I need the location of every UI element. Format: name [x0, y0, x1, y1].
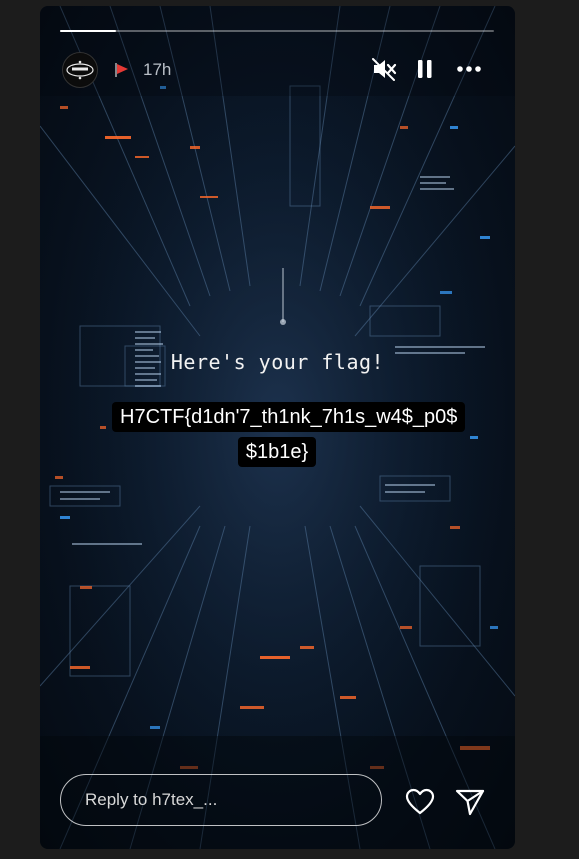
heart-icon[interactable] [405, 788, 435, 816]
story-progress-bar [60, 30, 494, 32]
story-header: 17h [62, 52, 502, 88]
story-caption: Here's your flag! [170, 350, 385, 374]
speaker-muted-icon[interactable] [371, 56, 397, 82]
reply-input[interactable] [60, 774, 382, 826]
flag-text: H7CTF{d1dn'7_th1nk_7h1s_w4$_p0$ $1b1e} [112, 402, 466, 467]
flag-text-box: H7CTF{d1dn'7_th1nk_7h1s_w4$_p0$ $1b1e} [112, 400, 466, 470]
pause-icon[interactable] [412, 56, 438, 82]
red-flag-icon [115, 63, 128, 77]
story-progress-fill [60, 30, 117, 32]
avatar[interactable] [62, 52, 98, 88]
story-viewer: 17h Here's your flag! H7CTF{d1dn'7_th1nk… [40, 6, 515, 849]
avatar-logo-icon [64, 54, 96, 86]
send-icon[interactable] [455, 787, 485, 817]
post-time: 17h [143, 60, 172, 79]
more-horizontal-icon[interactable] [456, 56, 482, 82]
